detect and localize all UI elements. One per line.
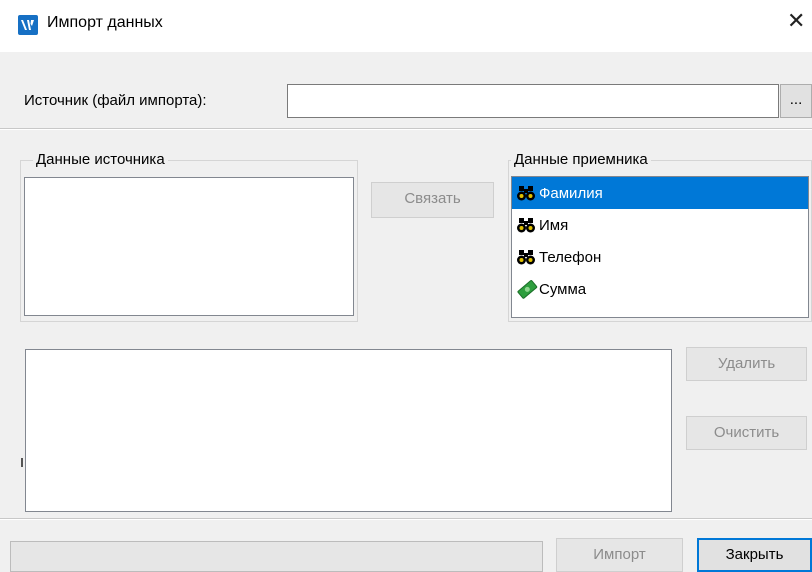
import-button[interactable]: Импорт — [556, 538, 683, 572]
list-item-name[interactable]: Имя — [512, 209, 808, 241]
target-data-list[interactable]: Фамилия Имя Телефон Сумма — [511, 176, 809, 318]
target-data-title: Данные приемника — [511, 151, 651, 168]
app-logo-icon — [18, 15, 38, 35]
progress-bar — [10, 541, 543, 572]
separator — [0, 128, 812, 130]
browse-button[interactable]: ... — [780, 84, 812, 118]
binoculars-icon — [516, 215, 538, 235]
list-item-sum[interactable]: Сумма — [512, 273, 808, 305]
money-icon — [516, 279, 538, 299]
window-title: Импорт данных — [47, 14, 163, 31]
list-item-label: Фамилия — [539, 184, 603, 202]
clear-button[interactable]: Очистить — [686, 416, 807, 450]
source-data-list[interactable] — [24, 177, 354, 316]
list-item-surname[interactable]: Фамилия — [512, 177, 808, 209]
source-file-input[interactable] — [287, 84, 779, 118]
source-data-title: Данные источника — [33, 151, 168, 168]
list-item-label: Имя — [539, 216, 569, 234]
source-file-label: Источник (файл импорта): — [24, 92, 207, 109]
list-item-label: Сумма — [539, 280, 587, 298]
list-item-label: Телефон — [539, 248, 602, 266]
binoculars-icon — [516, 183, 538, 203]
links-list[interactable] — [25, 349, 672, 512]
separator — [0, 518, 812, 520]
close-icon[interactable]: ✕ — [787, 10, 805, 32]
link-button[interactable]: Связать — [371, 182, 494, 218]
resize-tick — [21, 458, 23, 467]
list-item-phone[interactable]: Телефон — [512, 241, 808, 273]
delete-button[interactable]: Удалить — [686, 347, 807, 381]
close-button[interactable]: Закрыть — [697, 538, 812, 572]
binoculars-icon — [516, 247, 538, 267]
